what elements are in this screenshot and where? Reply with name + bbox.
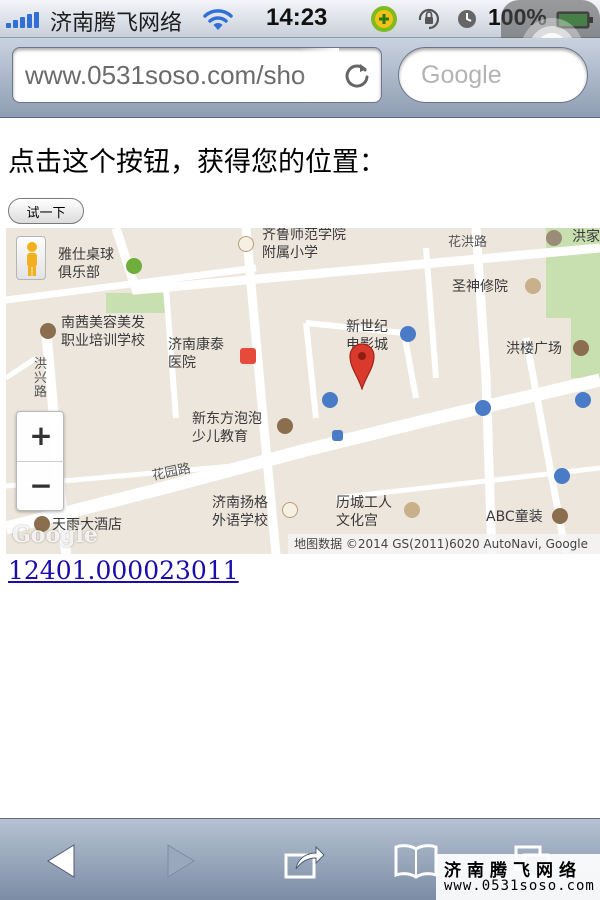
sport-poi-icon	[126, 258, 142, 274]
poi-icon	[277, 418, 293, 434]
clock: 14:23	[266, 4, 328, 31]
map-label: 雅仕桌球 俱乐部	[58, 247, 114, 281]
url-text: www.0531soso.com/sho	[25, 60, 306, 90]
atm-poi-icon	[322, 392, 338, 408]
poi-icon	[40, 323, 56, 339]
map-label: 历城工人 文化宫	[336, 495, 392, 529]
share-icon[interactable]	[282, 841, 326, 881]
hospital-poi-icon	[240, 348, 256, 364]
page-prompt: 点击这个按钮，获得您的位置：	[8, 147, 386, 178]
school-poi-icon	[238, 236, 254, 252]
cinema-poi-icon	[400, 326, 416, 342]
zoom-in-button[interactable]: +	[17, 412, 65, 462]
map[interactable]: 齐鲁师范学院 附属小学 雅仕桌球 俱乐部 花洪路 洪家 圣神修院 南茜美容美发 …	[6, 228, 600, 554]
church-poi-icon	[525, 278, 541, 294]
map-label: ABC童装	[486, 509, 543, 525]
map-label: 济南扬格 外语学校	[212, 495, 268, 529]
road-label: 花洪路	[448, 235, 488, 250]
school-poi-icon	[282, 502, 298, 518]
bus-stop-icon	[332, 430, 343, 441]
poi-icon	[573, 340, 589, 356]
wifi-icon	[203, 9, 233, 30]
pegman-icon	[27, 242, 37, 276]
poi-icon	[546, 230, 562, 246]
map-label: 齐鲁师范学院 附属小学	[262, 228, 346, 261]
search-placeholder: Google	[421, 61, 502, 89]
atm-poi-icon	[475, 400, 491, 416]
back-arrow-icon[interactable]	[40, 841, 84, 881]
culture-poi-icon	[404, 502, 420, 518]
coordinates-link[interactable]: 12401.000023011	[8, 556, 239, 585]
search-field[interactable]: Google	[398, 47, 588, 103]
location-marker-icon[interactable]	[348, 340, 376, 390]
site-watermark: 济南腾飞网络 www.0531soso.com	[436, 854, 600, 900]
map-label: 洪楼广场	[506, 341, 562, 357]
map-label: 新东方泡泡 少儿教育	[192, 411, 262, 445]
watermark-url: www.0531soso.com	[444, 878, 595, 894]
road-label: 洪兴路	[34, 357, 48, 400]
orientation-lock-icon	[418, 8, 440, 30]
signal-strength-icon	[6, 12, 44, 28]
browser-address-bar: www.0531soso.com/sho Google	[0, 38, 600, 118]
map-attribution: 地图数据 ©2014 GS(2011)6020 AutoNavi, Google	[288, 534, 600, 554]
url-field[interactable]: www.0531soso.com/sho	[12, 47, 382, 103]
app-badge-icon	[371, 6, 397, 32]
forward-arrow-icon[interactable]	[158, 841, 202, 881]
zoom-control: + −	[16, 411, 65, 512]
map-label: 济南康泰 医院	[168, 337, 224, 371]
bookmarks-icon[interactable]	[394, 841, 438, 881]
zoom-out-button[interactable]: −	[17, 462, 65, 512]
poi-icon	[552, 508, 568, 524]
mail-poi-icon	[575, 392, 591, 408]
try-it-button[interactable]: 试一下	[8, 198, 84, 224]
map-label: 南茜美容美发 职业培训学校	[61, 315, 145, 349]
map-label: 洪家	[572, 229, 600, 245]
carrier-name: 济南腾飞网络	[50, 11, 183, 36]
street-view-pegman[interactable]	[16, 236, 46, 280]
alarm-icon	[458, 10, 476, 28]
reload-icon[interactable]	[343, 61, 371, 89]
map-label: 圣神修院	[452, 279, 508, 295]
atm-poi-icon	[554, 468, 570, 484]
google-logo: Google	[12, 522, 98, 548]
